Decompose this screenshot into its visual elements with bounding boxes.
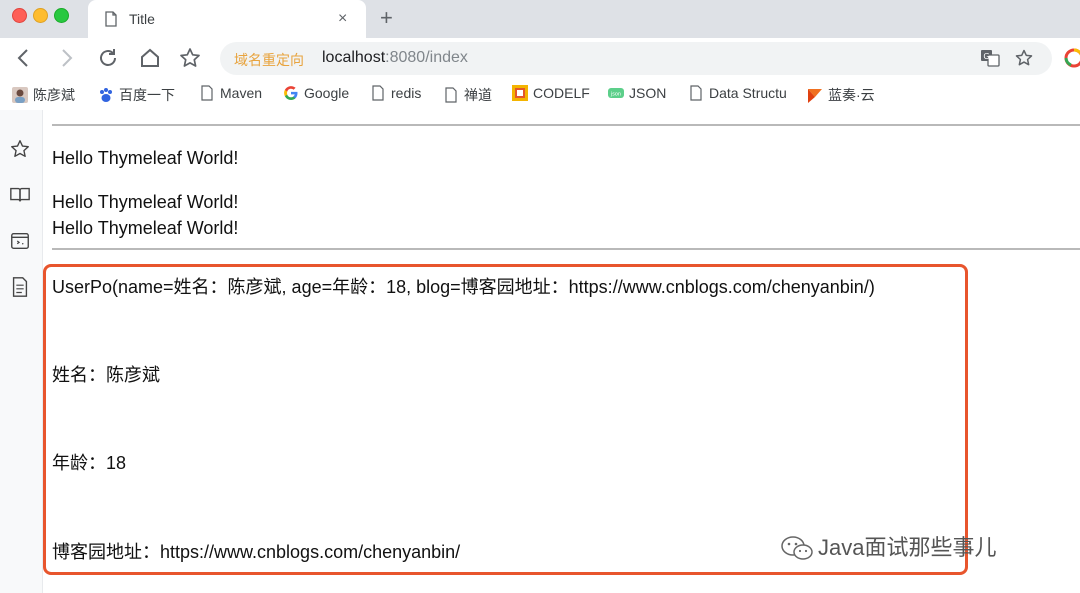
bookmark-item[interactable]: 百度一下 <box>98 85 175 103</box>
notes-document-icon[interactable] <box>9 276 31 298</box>
bookmark-label: redis <box>391 85 422 101</box>
google-icon <box>284 86 298 100</box>
bookmark-item[interactable]: Google <box>283 85 349 103</box>
tab-strip: Title × + <box>0 0 1080 38</box>
bookmark-label: Data Structu <box>709 85 787 101</box>
bookmark-item[interactable]: 蓝奏·云 <box>807 85 875 103</box>
user-avatar-icon <box>12 87 28 103</box>
gamepad-box-icon[interactable] <box>9 230 31 252</box>
hello-line-3: Hello Thymeleaf World! <box>52 218 239 238</box>
codelf-icon <box>512 85 528 101</box>
bookmark-label: 禅道 <box>464 87 492 103</box>
close-window-button[interactable] <box>12 8 27 23</box>
svg-text:G: G <box>983 52 989 61</box>
wechat-icon <box>781 536 813 560</box>
tab-title: Title <box>129 11 155 27</box>
address-bar[interactable]: 域名重定向 localhost:8080/index G <box>220 42 1052 75</box>
side-panel-rail <box>0 110 43 593</box>
page-icon <box>690 85 702 101</box>
new-tab-button[interactable]: + <box>380 6 393 30</box>
redirect-chip[interactable]: 域名重定向 <box>234 50 304 70</box>
page-star-icon[interactable] <box>1014 48 1034 68</box>
back-icon[interactable] <box>12 46 36 70</box>
bookmark-label: Maven <box>220 85 263 101</box>
favorites-star-icon[interactable] <box>9 138 31 160</box>
bookmark-label: Google <box>304 85 350 101</box>
json-icon: json <box>608 88 624 98</box>
forward-icon[interactable] <box>54 46 78 70</box>
bookmark-label: JSON <box>629 85 667 101</box>
bookmark-item[interactable]: 禅道 <box>443 85 492 103</box>
page-icon <box>105 11 117 27</box>
horizontal-rule <box>52 248 1080 250</box>
hello-line-2: Hello Thymeleaf World! <box>52 192 239 212</box>
page-icon <box>445 87 457 103</box>
bookmark-label: 百度一下 <box>119 87 175 103</box>
tab-active[interactable]: Title × <box>88 0 366 38</box>
watermark: Java面试那些事儿 <box>780 530 996 562</box>
bookmark-item[interactable]: Maven <box>199 85 262 103</box>
url-text[interactable]: localhost:8080/index <box>322 49 468 67</box>
maximize-window-button[interactable] <box>54 8 69 23</box>
bookmark-item[interactable]: Data Structu <box>688 85 790 103</box>
url-host: localhost <box>322 49 386 66</box>
watermark-text: Java面试那些事儿 <box>818 535 997 560</box>
page-icon <box>372 85 384 101</box>
bookmark-label: CODELF <box>533 85 590 101</box>
reading-list-book-icon[interactable] <box>9 184 31 206</box>
bookmark-label: 陈彦斌 <box>33 87 75 103</box>
extension-icon[interactable] <box>1064 48 1080 68</box>
translate-icon[interactable]: G <box>980 48 1000 68</box>
bookmark-item[interactable]: 陈彦斌 <box>12 85 75 103</box>
bookmark-item[interactable]: CODELF <box>512 85 590 103</box>
bookmark-item[interactable]: json JSON <box>608 85 666 103</box>
baidu-paw-icon <box>100 88 112 102</box>
url-port-path: :8080/index <box>385 49 468 66</box>
bookmarks-bar: 陈彦斌 百度一下 Maven Google redis 禅道 CODELF js… <box>0 78 1080 109</box>
bookmark-star-icon[interactable] <box>178 46 202 70</box>
bookmark-item[interactable]: redis <box>370 85 421 103</box>
horizontal-rule <box>52 124 1080 126</box>
page-icon <box>201 85 213 101</box>
highlight-annotation-box <box>43 264 968 575</box>
web-page-content: Hello Thymeleaf World! Hello Thymeleaf W… <box>43 110 1080 593</box>
tab-close-button[interactable]: × <box>338 10 347 28</box>
minimize-window-button[interactable] <box>33 8 48 23</box>
svg-text:json: json <box>610 92 621 98</box>
reload-icon[interactable] <box>96 46 120 70</box>
hello-line-1: Hello Thymeleaf World! <box>52 148 239 168</box>
toolbar: 域名重定向 localhost:8080/index G <box>0 38 1080 78</box>
bookmark-label: 蓝奏·云 <box>828 87 875 103</box>
home-icon[interactable] <box>138 46 162 70</box>
lanzou-icon <box>808 89 822 103</box>
